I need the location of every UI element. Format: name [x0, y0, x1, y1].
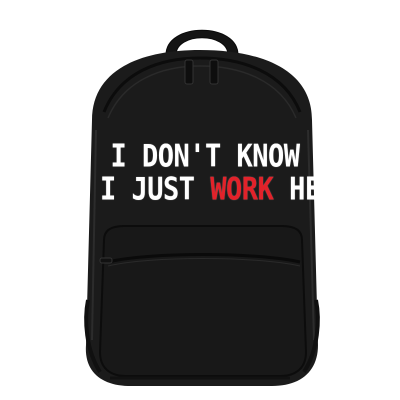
bag-print-slogan: I DON'T KNOW I JUST WORK HERE	[100, 138, 353, 208]
slogan-accent-word: WORK	[210, 171, 274, 208]
slogan-line-2-start: I JUST	[100, 171, 211, 208]
slogan-line-2-end: HERE	[273, 171, 353, 208]
pocket-zipper-pull	[99, 257, 113, 264]
front-pocket	[98, 225, 308, 377]
zipper-pull-right	[209, 59, 219, 85]
slogan-line-1: I DON'T KNOW	[110, 138, 300, 175]
product-photo: I DON'T KNOW I JUST WORK HERE	[0, 0, 400, 400]
slogan-line-2: I JUST WORK HERE	[100, 171, 353, 208]
zipper-pull-left	[184, 59, 194, 85]
